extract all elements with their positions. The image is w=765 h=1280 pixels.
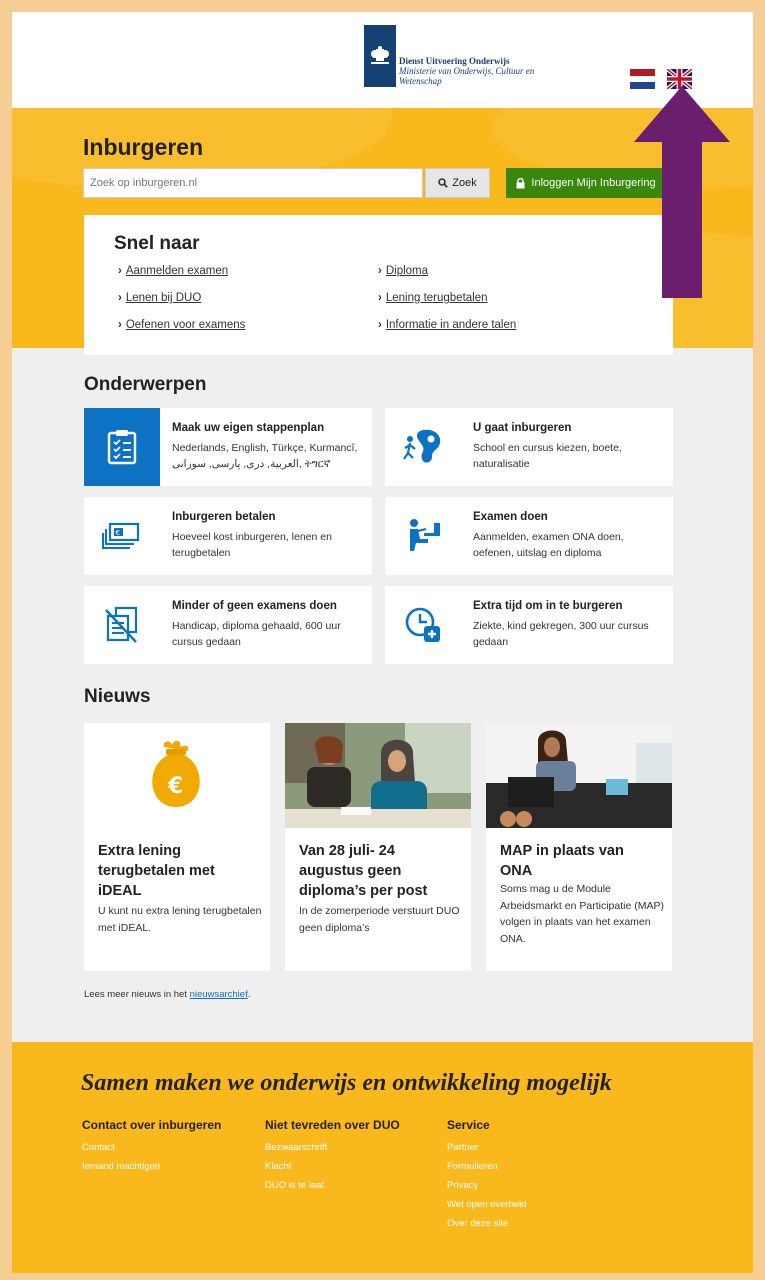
- topic-card-title: Examen doen: [473, 511, 548, 523]
- topic-card-title: Minder of geen examens doen: [172, 600, 337, 612]
- clock-plus-icon: [385, 586, 461, 664]
- news-card-title: Van 28 juli- 24 augustus geen diploma’s …: [299, 843, 428, 899]
- footer-link-privacy[interactable]: Privacy: [447, 1176, 527, 1195]
- running-person-map-icon: [385, 408, 461, 486]
- topic-card-desc: Nederlands, English, Türkçe, Kurmancî, ا…: [172, 442, 358, 470]
- footer-slogan: Samen maken we onderwijs en ontwikkeling…: [81, 1070, 612, 1096]
- topic-card-u-gaat-inburgeren[interactable]: U gaat inburgeren School en cursus kieze…: [385, 408, 673, 486]
- news-archive-suffix: .: [247, 989, 251, 1000]
- topic-card-desc: Handicap, diploma gehaald, 600 uur cursu…: [172, 620, 341, 648]
- footer-column-title: Niet tevreden over DUO: [265, 1118, 400, 1132]
- footer-link-bezwaarschrift[interactable]: Bezwaarschrift: [265, 1138, 400, 1157]
- org-name: Dienst Uitvoering Onderwijs Ministerie v…: [399, 56, 534, 86]
- search-button-label: Zoek: [452, 177, 477, 189]
- person-at-desk-icon: [385, 497, 461, 575]
- footer-column-service: Service Partner Formulieren Privacy Wet …: [447, 1118, 527, 1233]
- topic-card-desc: School en cursus kiezen, boete, naturali…: [473, 442, 622, 470]
- topic-card-desc: Ziekte, kind gekregen, 300 uur cursus ge…: [473, 620, 649, 648]
- news-card-map-ona[interactable]: MAP in plaats van ONA Soms mag u de Modu…: [486, 723, 672, 971]
- top-bar: Dienst Uitvoering Onderwijs Ministerie v…: [12, 12, 753, 108]
- page: Dienst Uitvoering Onderwijs Ministerie v…: [12, 12, 753, 1273]
- news-archive-prefix: Lees meer nieuws in het: [84, 989, 190, 1000]
- search-icon: [438, 178, 449, 188]
- footer-column-contact: Contact over inburgeren Contact Iemand m…: [82, 1118, 221, 1176]
- lock-icon: [516, 177, 525, 188]
- login-button-label: Inloggen Mijn Inburgering: [531, 177, 656, 189]
- topic-card-stappenplan[interactable]: Maak uw eigen stappenplan Nederlands, En…: [84, 408, 372, 486]
- topic-card-desc: Hoeveel kost inburgeren, lenen en terugb…: [172, 531, 332, 559]
- news-card-desc: U kunt nu extra lening terugbetalen met …: [98, 905, 262, 934]
- footer-link-formulieren[interactable]: Formulieren: [447, 1157, 527, 1176]
- dutch-flag-icon[interactable]: [630, 69, 655, 89]
- footer-link-partner[interactable]: Partner: [447, 1138, 527, 1157]
- news-card-geen-diplomas[interactable]: Van 28 juli- 24 augustus geen diploma’s …: [285, 723, 471, 971]
- money-bag-euro-icon: €: [84, 723, 270, 828]
- topic-card-title: Extra tijd om in te burgeren: [473, 600, 623, 612]
- svg-text:€: €: [167, 774, 183, 799]
- quick-links-title: Snel naar: [114, 233, 200, 254]
- search-button[interactable]: Zoek: [425, 168, 490, 198]
- news-photo-students: [285, 723, 471, 828]
- clipboard-checklist-icon: [84, 408, 160, 486]
- duo-logo[interactable]: [364, 25, 396, 87]
- news-photo-laptop-woman: [486, 723, 672, 828]
- quick-link-oefenen-voor-examens[interactable]: Oefenen voor examens: [118, 319, 246, 331]
- footer-link-over-deze-site[interactable]: Over deze site: [447, 1214, 527, 1233]
- quick-links-panel: Snel naar Aanmelden examen Diploma Lenen…: [84, 215, 673, 355]
- quick-link-lenen-bij-duo[interactable]: Lenen bij DUO: [118, 292, 201, 304]
- euro-banknote-icon: €: [84, 497, 160, 575]
- topic-card-examen-doen[interactable]: Examen doen Aanmelden, examen ONA doen, …: [385, 497, 673, 575]
- coat-of-arms-icon: [371, 46, 389, 64]
- org-name-line2: Ministerie van Onderwijs, Cultuur en: [399, 66, 535, 76]
- login-button[interactable]: Inloggen Mijn Inburgering: [506, 168, 666, 198]
- quick-link-aanmelden-examen[interactable]: Aanmelden examen: [118, 265, 228, 277]
- news-card-title: Extra lening terugbetalen met iDEAL: [98, 843, 215, 899]
- search-input[interactable]: [83, 168, 423, 198]
- page-title: Inburgeren: [83, 134, 204, 160]
- quick-link-informatie-andere-talen[interactable]: Informatie in andere talen: [378, 319, 516, 331]
- topic-card-title: U gaat inburgeren: [473, 422, 572, 434]
- news-card-title: MAP in plaats van ONA: [500, 843, 624, 879]
- footer-column-title: Service: [447, 1118, 490, 1132]
- crossed-document-icon: [84, 586, 160, 664]
- footer-column-title: Contact over inburgeren: [82, 1118, 222, 1132]
- org-name-line1: Dienst Uitvoering Onderwijs: [399, 56, 510, 66]
- topic-card-desc: Aanmelden, examen ONA doen, oefenen, uit…: [473, 531, 624, 559]
- news-card-extra-lening[interactable]: € Extra lening terugbetalen met iDEAL U …: [84, 723, 270, 971]
- quick-link-diploma[interactable]: Diploma: [378, 265, 428, 277]
- topic-card-inburgeren-betalen[interactable]: € Inburgeren betalen Hoeveel kost inburg…: [84, 497, 372, 575]
- news-card-desc: Soms mag u de Module Arbeidsmarkt en Par…: [500, 883, 664, 945]
- news-title: Nieuws: [84, 686, 151, 707]
- topics-title: Onderwerpen: [84, 374, 207, 395]
- footer-column-niet-tevreden: Niet tevreden over DUO Bezwaarschrift Kl…: [265, 1118, 400, 1195]
- english-flag-icon[interactable]: [667, 69, 692, 89]
- news-archive-link[interactable]: nieuwsarchief: [190, 989, 248, 1000]
- news-card-desc: In de zomerperiode verstuurt DUO geen di…: [299, 905, 460, 934]
- footer-link-contact[interactable]: Contact: [82, 1138, 221, 1157]
- topic-card-title: Inburgeren betalen: [172, 511, 276, 523]
- footer: Samen maken we onderwijs en ontwikkeling…: [12, 1042, 753, 1273]
- footer-link-iemand-machtigen[interactable]: Iemand machtigen: [82, 1157, 221, 1176]
- topic-card-title: Maak uw eigen stappenplan: [172, 422, 325, 434]
- svg-text:€: €: [116, 529, 120, 537]
- quick-link-lening-terugbetalen[interactable]: Lening terugbetalen: [378, 292, 488, 304]
- news-archive-line: Lees meer nieuws in het nieuwsarchief.: [84, 989, 250, 1000]
- footer-link-duo-te-laat[interactable]: DUO is te laat: [265, 1176, 400, 1195]
- topic-card-minder-examens[interactable]: Minder of geen examens doen Handicap, di…: [84, 586, 372, 664]
- org-name-line3: Wetenschap: [399, 76, 442, 86]
- footer-link-wet-open-overheid[interactable]: Wet open overheid: [447, 1195, 527, 1214]
- footer-link-klacht[interactable]: Klacht: [265, 1157, 400, 1176]
- topic-card-extra-tijd[interactable]: Extra tijd om in te burgeren Ziekte, kin…: [385, 586, 673, 664]
